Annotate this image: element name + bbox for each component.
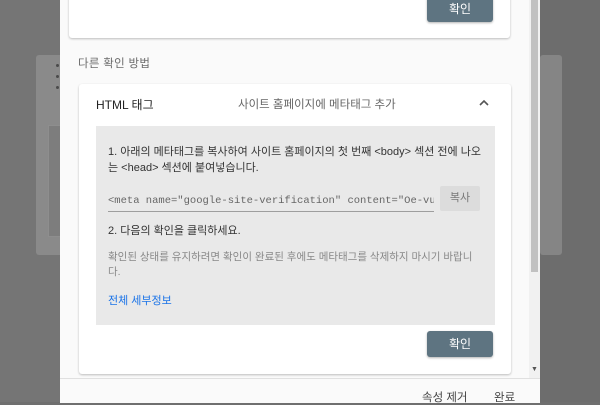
background-dot [56,64,59,67]
html-tag-subtitle: 사이트 홈페이지에 메타태그 추가 [238,99,396,111]
step-1-text: 1. 아래의 메타태그를 복사하여 사이트 홈페이지의 첫 번째 <body> … [108,146,481,174]
html-tag-title[interactable]: HTML 태그 [96,96,154,113]
background-right-card [540,55,562,255]
keep-tag-note: 확인된 상태를 유지하려면 확인이 완료된 후에도 메타태그를 삭제하지 마시기… [108,251,473,278]
step-2-text: 2. 다음의 확인을 클릭하세요. [108,225,241,237]
meta-tag-field[interactable]: <meta name="google-site-verification" co… [108,191,434,212]
chevron-up-icon[interactable] [477,96,491,110]
remove-property-button[interactable]: 속성 제거 [422,389,468,405]
scrollbar-thumb[interactable] [531,0,538,272]
done-button[interactable]: 완료 [494,389,515,405]
full-details-link[interactable]: 전체 세부정보 [108,292,172,308]
scroll-down-icon[interactable]: ▼ [531,366,538,374]
copy-button[interactable]: 복사 [440,186,480,211]
confirm-button-top[interactable]: 확인 [427,0,493,22]
background-dot [56,86,59,89]
other-methods-label: 다른 확인 방법 [78,58,151,70]
dialog-footer [60,378,540,403]
background-dot [56,75,59,78]
confirm-button[interactable]: 확인 [427,331,493,357]
